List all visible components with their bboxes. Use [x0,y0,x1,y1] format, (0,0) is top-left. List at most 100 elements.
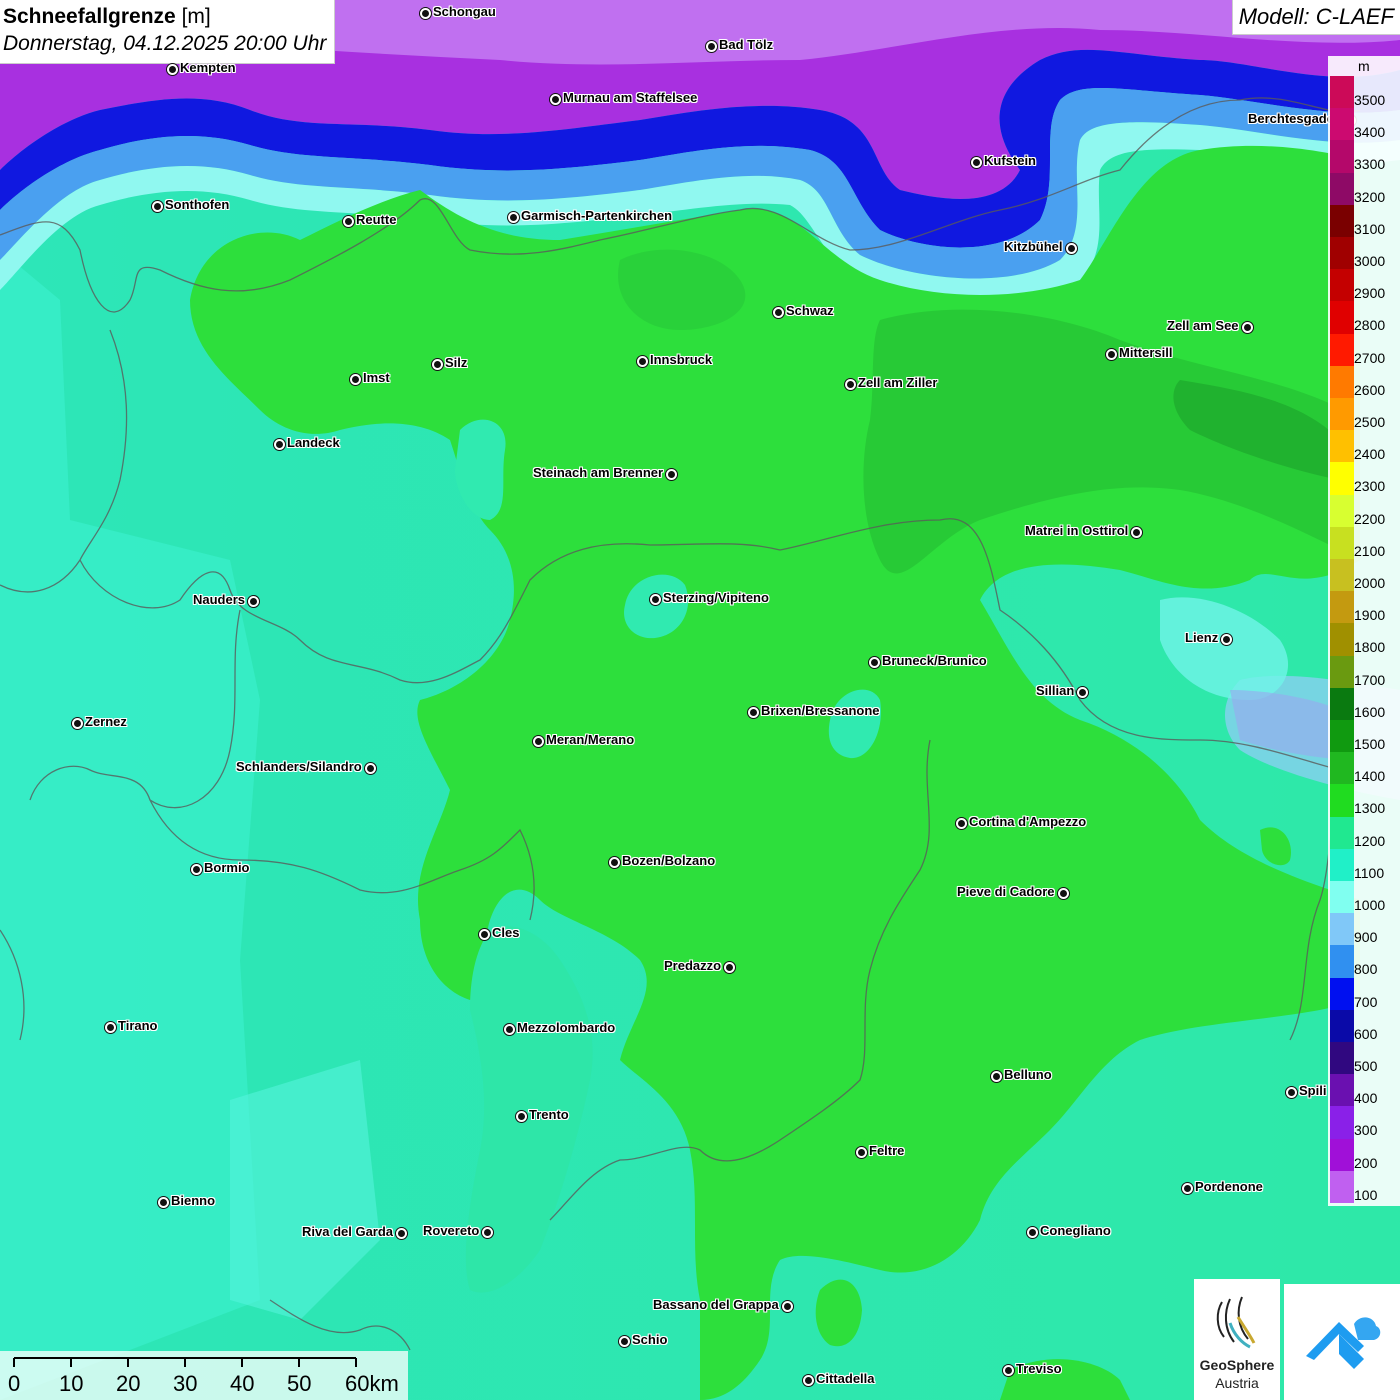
city-marker [1027,1227,1038,1238]
legend-label: 700 [1354,993,1378,1010]
legend-label: 400 [1354,1090,1378,1107]
city-marker [479,929,490,940]
city-label: Meran/Merano [546,732,635,747]
legend-label: 1700 [1354,671,1386,688]
city-marker [482,1227,493,1238]
city-marker [191,864,202,875]
city-label: Silz [445,355,468,370]
legend-label: 2400 [1354,446,1386,463]
city-label: Steinach am Brenner [533,465,664,480]
logo-name: GeoSphere [1199,1357,1275,1373]
legend-swatch [1330,1009,1354,1043]
legend-label: 300 [1354,1122,1378,1139]
city-marker [845,379,856,390]
city-label: Trento [529,1107,569,1122]
legend-label: 200 [1354,1154,1378,1171]
legend-label: 3100 [1354,220,1386,237]
geosphere-icon [1216,1296,1256,1349]
color-legend: m 3500 3400 3300 3200 3100 3000 2900 2800 2700 26… [1328,56,1400,1206]
city-marker [152,201,163,212]
city-marker [158,1197,169,1208]
city-marker [550,94,561,105]
scale-label: 30 [173,1371,198,1396]
legend-swatch [1330,1106,1354,1140]
city-label: Cles [492,925,520,940]
city-marker [748,707,759,718]
city-marker [350,374,361,385]
city-marker [105,1022,116,1033]
legend-swatch [1330,1074,1354,1107]
city-label: Zell am Ziller [858,375,938,390]
city-label: Schlanders/Silandro [236,759,362,774]
city-label: Mittersill [1119,345,1173,360]
city-label: Bienno [171,1193,216,1208]
city-label: Lienz [1185,630,1219,645]
legend-label: 1600 [1354,703,1386,720]
city-label: Predazzo [664,958,722,973]
city-marker [504,1024,515,1035]
legend-swatch [1330,204,1354,238]
city-marker [609,857,620,868]
legend-swatch [1330,848,1354,882]
city-label: Brixen/Bressanone [761,703,880,718]
map-title-unit: [m] [181,5,211,28]
legend-swatch [1330,333,1354,367]
scale-bar: 0 10 20 30 40 50 60km [0,1351,408,1400]
city-marker [1106,349,1117,360]
arrow-icon [1306,1317,1381,1369]
snowline-map[interactable]: Schneefallgrenze [m] Donnerstag, 04.12.2… [0,0,1400,1400]
legend-swatch [1330,365,1354,399]
legend-swatch [1330,301,1354,335]
legend-swatch [1330,108,1354,141]
legend-label: 2500 [1354,414,1386,430]
model-label: Modell: C-LAEF [1231,0,1400,35]
city-marker [1182,1183,1193,1194]
legend-swatch [1330,816,1354,850]
city-marker [637,356,648,367]
city-marker [724,962,735,973]
city-label: Bad Tölz [719,37,774,52]
legend-swatch [1330,1170,1354,1204]
legend-swatch [1330,977,1354,1011]
city-label: Pieve di Cadore [957,884,1055,899]
city-marker [516,1111,527,1122]
city-label: Riva del Garda [302,1224,394,1239]
city-marker [396,1228,407,1239]
city-marker [619,1336,630,1347]
city-label: Bruneck/Brunico [882,653,987,668]
scale-label: 0 [8,1371,21,1396]
legend-swatch [1330,945,1354,979]
map-title: Schneefallgrenze [3,5,176,28]
scale-label: 50 [287,1371,312,1396]
scale-bar-line [13,1357,357,1367]
app-logo [1284,1284,1400,1400]
city-marker [1058,888,1069,899]
legend-label: 2200 [1354,510,1386,527]
city-label: Nauders [193,592,246,607]
legend-swatch [1330,1138,1354,1172]
city-marker [971,157,982,168]
city-marker [365,763,376,774]
legend-label: 2700 [1354,349,1386,366]
legend-label: 800 [1354,961,1378,978]
legend-swatch [1330,591,1354,624]
city-label: Landeck [287,435,340,450]
city-label: Matrei in Osttirol [1025,523,1129,538]
legend-swatch [1330,462,1354,496]
legend-label: 1200 [1354,832,1386,849]
legend-label: 1500 [1354,736,1386,752]
city-marker [167,64,178,75]
city-marker [274,439,285,450]
city-label: Rovereto [423,1223,480,1238]
legend-label: 1800 [1354,639,1386,656]
legend-swatch [1330,269,1354,302]
geosphere-logo: GeoSphere Austria [1194,1279,1280,1400]
legend-swatch [1330,623,1354,657]
legend-label: 900 [1354,929,1378,946]
legend-swatch [1330,1042,1354,1075]
city-label: Murnau am Staffelsee [563,90,698,105]
legend-swatch [1330,881,1354,914]
city-marker [782,1301,793,1312]
city-label: Innsbruck [650,352,713,367]
map-title-box: Schneefallgrenze [m] Donnerstag, 04.12.2… [0,0,336,64]
